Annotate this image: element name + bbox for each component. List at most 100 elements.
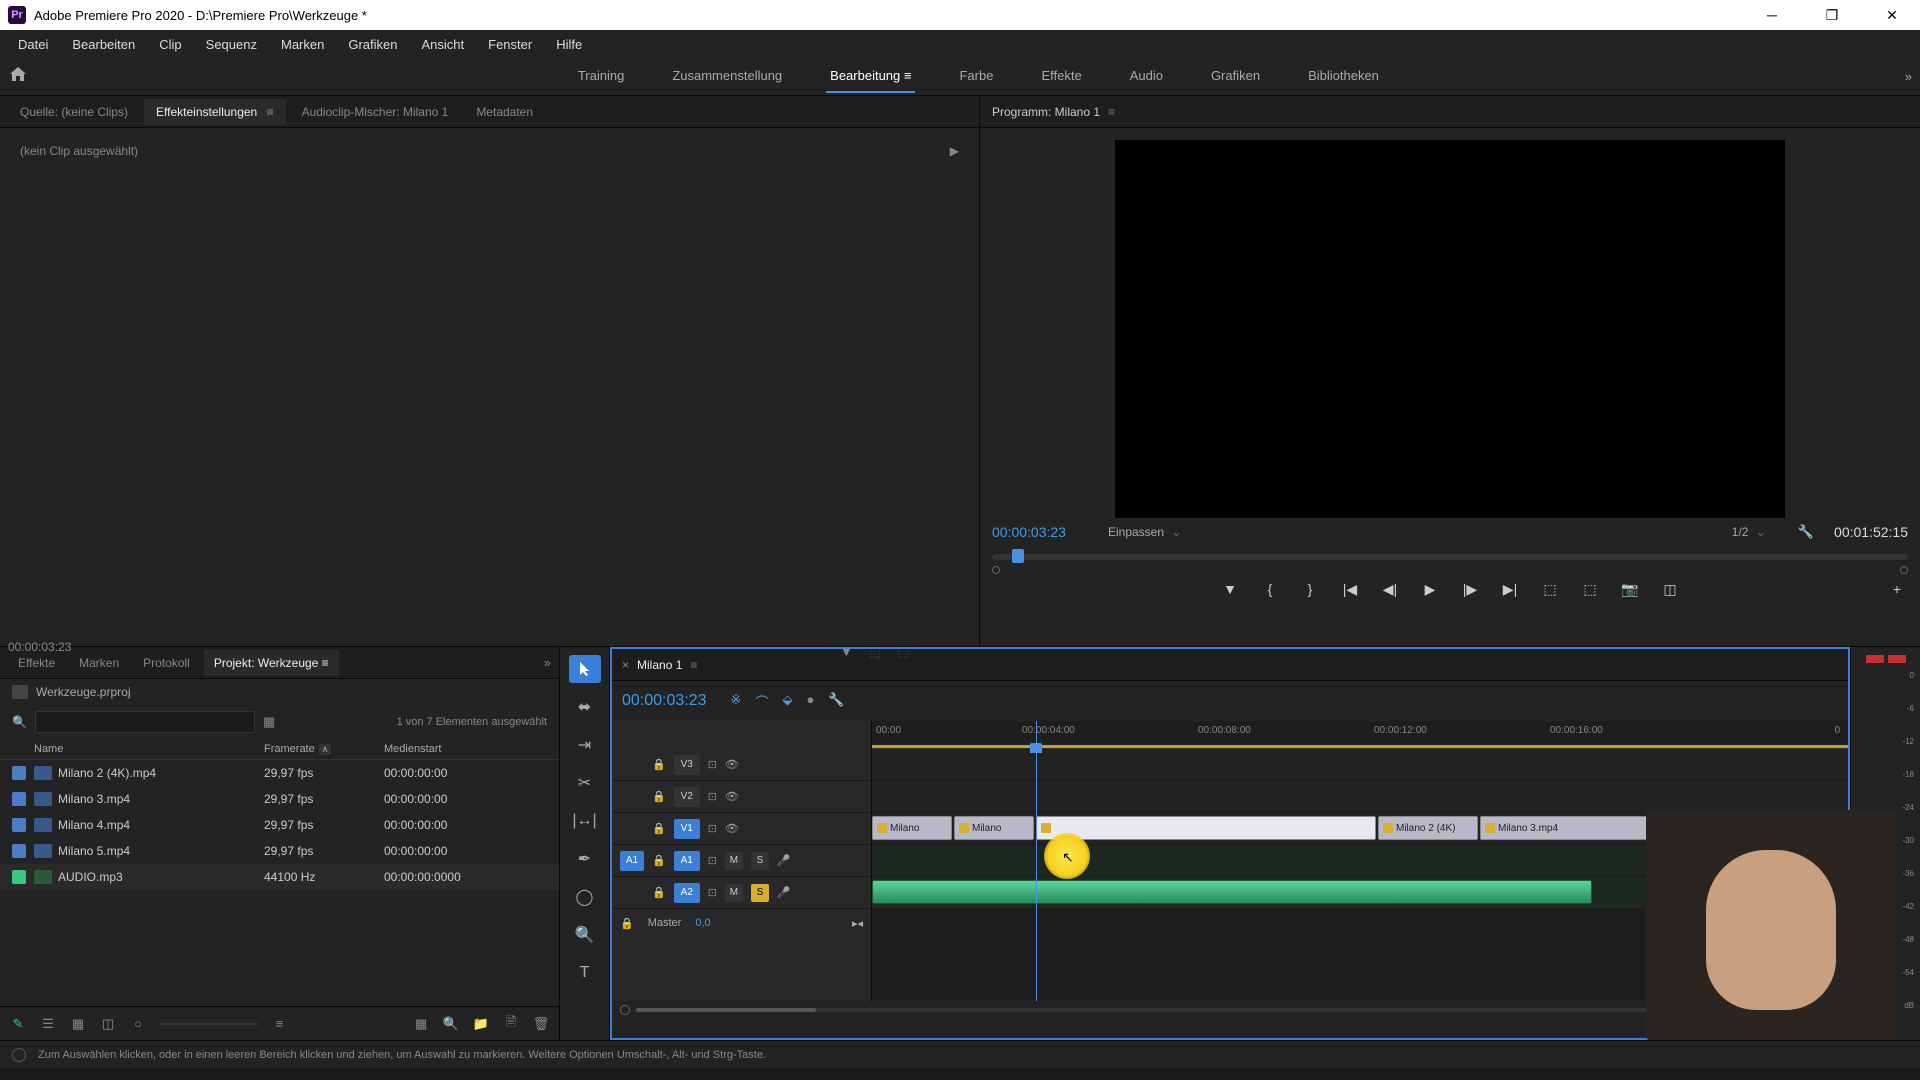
menu-datei[interactable]: Datei bbox=[8, 33, 58, 56]
track-header-v2[interactable]: 🔒 V2 ⊡ 👁 bbox=[612, 781, 871, 813]
track-lane-v2[interactable] bbox=[872, 781, 1848, 813]
play-button[interactable]: ▶ bbox=[1419, 578, 1441, 600]
timeline-audio-clip[interactable] bbox=[872, 880, 1592, 904]
tab-metadaten[interactable]: Metadaten bbox=[464, 99, 545, 125]
workspace-training[interactable]: Training bbox=[574, 60, 628, 93]
menu-marken[interactable]: Marken bbox=[271, 33, 334, 56]
workspace-audio[interactable]: Audio bbox=[1126, 60, 1167, 93]
program-monitor-video[interactable] bbox=[1115, 140, 1785, 518]
delete-icon[interactable]: 🗑 bbox=[533, 1016, 549, 1032]
label-chip[interactable] bbox=[12, 818, 26, 832]
insert-icon[interactable]: ⬚ bbox=[869, 644, 881, 660]
mark-in-button[interactable]: { bbox=[1259, 578, 1281, 600]
lock-icon[interactable]: 🔒 bbox=[620, 917, 634, 930]
menu-bearbeiten[interactable]: Bearbeiten bbox=[62, 33, 145, 56]
add-marker-icon[interactable]: ⬙ bbox=[782, 692, 792, 711]
column-medienstart[interactable]: Medienstart bbox=[384, 743, 547, 755]
program-resolution-select[interactable]: 1/2 ⌄ bbox=[1732, 525, 1766, 539]
workspace-bibliotheken[interactable]: Bibliotheken bbox=[1304, 60, 1383, 93]
expand-arrow-icon[interactable]: ▶ bbox=[950, 144, 959, 158]
track-v1-toggle[interactable]: V1 bbox=[674, 819, 700, 839]
project-row[interactable]: Milano 3.mp4 29,97 fps 00:00:00:00 bbox=[0, 786, 559, 812]
column-framerate[interactable]: Framerate∧ bbox=[264, 743, 384, 755]
tab-marken[interactable]: Marken bbox=[69, 650, 129, 676]
extract-button[interactable]: ⬚ bbox=[1579, 578, 1601, 600]
menu-fenster[interactable]: Fenster bbox=[478, 33, 542, 56]
voice-over-icon[interactable]: 🎤 bbox=[777, 854, 791, 867]
track-a2-toggle[interactable]: A2 bbox=[674, 883, 700, 903]
freeform-view-icon[interactable]: ◫ bbox=[100, 1016, 116, 1032]
add-marker-button[interactable]: ▼ bbox=[1219, 578, 1241, 600]
sync-lock-icon[interactable]: ⊡ bbox=[708, 758, 717, 771]
burger-icon[interactable]: ≡ bbox=[263, 105, 273, 119]
track-header-a1[interactable]: A1 🔒 A1 ⊡ M S 🎤 bbox=[612, 845, 871, 877]
export-frame-button[interactable]: 📷 bbox=[1619, 578, 1641, 600]
program-zoom-select[interactable]: Einpassen ⌄ bbox=[1108, 525, 1181, 539]
sequence-name[interactable]: Milano 1 bbox=[637, 658, 682, 672]
rectangle-tool[interactable]: ◯ bbox=[569, 883, 601, 911]
razor-tool[interactable]: ✂ bbox=[569, 769, 601, 797]
overwrite-icon[interactable]: ⬚ bbox=[897, 644, 909, 660]
hand-tool[interactable]: 🔍 bbox=[569, 921, 601, 949]
scrubber-playhead[interactable] bbox=[1012, 549, 1024, 563]
mark-out-button[interactable]: } bbox=[1299, 578, 1321, 600]
eye-icon[interactable]: 👁 bbox=[725, 822, 739, 835]
workspace-overflow-icon[interactable]: » bbox=[1905, 69, 1912, 84]
new-bin-icon[interactable]: 📁 bbox=[473, 1016, 489, 1032]
snap-icon[interactable]: ※ bbox=[731, 692, 742, 711]
master-track-header[interactable]: 🔒 Master 0,0 ▸◂ bbox=[612, 909, 871, 937]
burger-icon[interactable]: ≡ bbox=[318, 656, 328, 670]
pencil-icon[interactable]: ✎ bbox=[10, 1016, 26, 1032]
label-chip[interactable] bbox=[12, 844, 26, 858]
tab-effekteinstellungen[interactable]: Effekteinstellungen ≡ bbox=[144, 99, 286, 125]
project-row[interactable]: Milano 5.mp4 29,97 fps 00:00:00:00 bbox=[0, 838, 559, 864]
burger-icon[interactable]: ≡ bbox=[690, 658, 697, 672]
menu-hilfe[interactable]: Hilfe bbox=[546, 33, 592, 56]
sync-lock-icon[interactable]: ⊡ bbox=[708, 886, 717, 899]
track-v3-toggle[interactable]: V3 bbox=[674, 755, 700, 775]
track-header-v1[interactable]: 🔒 V1 ⊡ 👁 bbox=[612, 813, 871, 845]
lock-icon[interactable]: 🔒 bbox=[652, 854, 666, 867]
sync-lock-icon[interactable]: ⊡ bbox=[708, 854, 717, 867]
workspace-bearbeitung[interactable]: Bearbeitung ≡ bbox=[826, 60, 915, 93]
maximize-button[interactable]: ❐ bbox=[1812, 1, 1852, 29]
lock-icon[interactable]: 🔒 bbox=[652, 886, 666, 899]
menu-sequenz[interactable]: Sequenz bbox=[196, 33, 267, 56]
timeline-clip[interactable]: Milano 2 (4K) bbox=[1378, 816, 1478, 840]
new-item-icon[interactable]: 🗎 bbox=[503, 1016, 519, 1032]
clip-indicator-right[interactable] bbox=[1888, 655, 1906, 663]
icon-view-icon[interactable]: ▦ bbox=[70, 1016, 86, 1032]
comparison-view-button[interactable]: ◫ bbox=[1659, 578, 1681, 600]
wrench-icon[interactable]: 🔧 bbox=[1798, 524, 1814, 540]
go-to-out-button[interactable]: ▶| bbox=[1499, 578, 1521, 600]
project-row[interactable]: Milano 4.mp4 29,97 fps 00:00:00:00 bbox=[0, 812, 559, 838]
selection-tool[interactable] bbox=[569, 655, 601, 683]
button-editor-icon[interactable]: + bbox=[1886, 578, 1908, 600]
slip-tool[interactable]: |↔| bbox=[569, 807, 601, 835]
list-view-icon[interactable]: ☰ bbox=[40, 1016, 56, 1032]
panel-overflow-icon[interactable]: » bbox=[544, 655, 551, 670]
menu-clip[interactable]: Clip bbox=[149, 33, 191, 56]
label-chip[interactable] bbox=[12, 766, 26, 780]
solo-button[interactable]: S bbox=[751, 884, 769, 902]
workspace-farbe[interactable]: Farbe bbox=[955, 60, 997, 93]
pen-tool[interactable]: ✒ bbox=[569, 845, 601, 873]
timeline-ruler[interactable]: 00:00 00:00:04:00 00:00:08:00 00:00:12:0… bbox=[872, 721, 1848, 749]
mute-button[interactable]: M bbox=[725, 884, 743, 902]
program-scrubber[interactable] bbox=[992, 546, 1908, 570]
project-row[interactable]: AUDIO.mp3 44100 Hz 00:00:00:0000 bbox=[0, 864, 559, 890]
step-forward-button[interactable]: |▶ bbox=[1459, 578, 1481, 600]
timeline-clip[interactable]: Milano bbox=[872, 816, 952, 840]
eye-icon[interactable]: 👁 bbox=[725, 758, 739, 771]
tab-quelle[interactable]: Quelle: (keine Clips) bbox=[8, 99, 140, 125]
track-header-v3[interactable]: 🔒 V3 ⊡ 👁 bbox=[612, 749, 871, 781]
menu-ansicht[interactable]: Ansicht bbox=[411, 33, 474, 56]
workspace-effekte[interactable]: Effekte bbox=[1037, 60, 1085, 93]
sync-lock-icon[interactable]: ⊡ bbox=[708, 790, 717, 803]
burger-icon[interactable]: ≡ bbox=[900, 68, 911, 83]
go-to-in-button[interactable]: |◀ bbox=[1339, 578, 1361, 600]
tab-protokoll[interactable]: Protokoll bbox=[133, 650, 200, 676]
sync-lock-icon[interactable]: ⊡ bbox=[708, 822, 717, 835]
playhead-handle[interactable] bbox=[1030, 743, 1042, 753]
eye-icon[interactable]: 👁 bbox=[725, 790, 739, 803]
